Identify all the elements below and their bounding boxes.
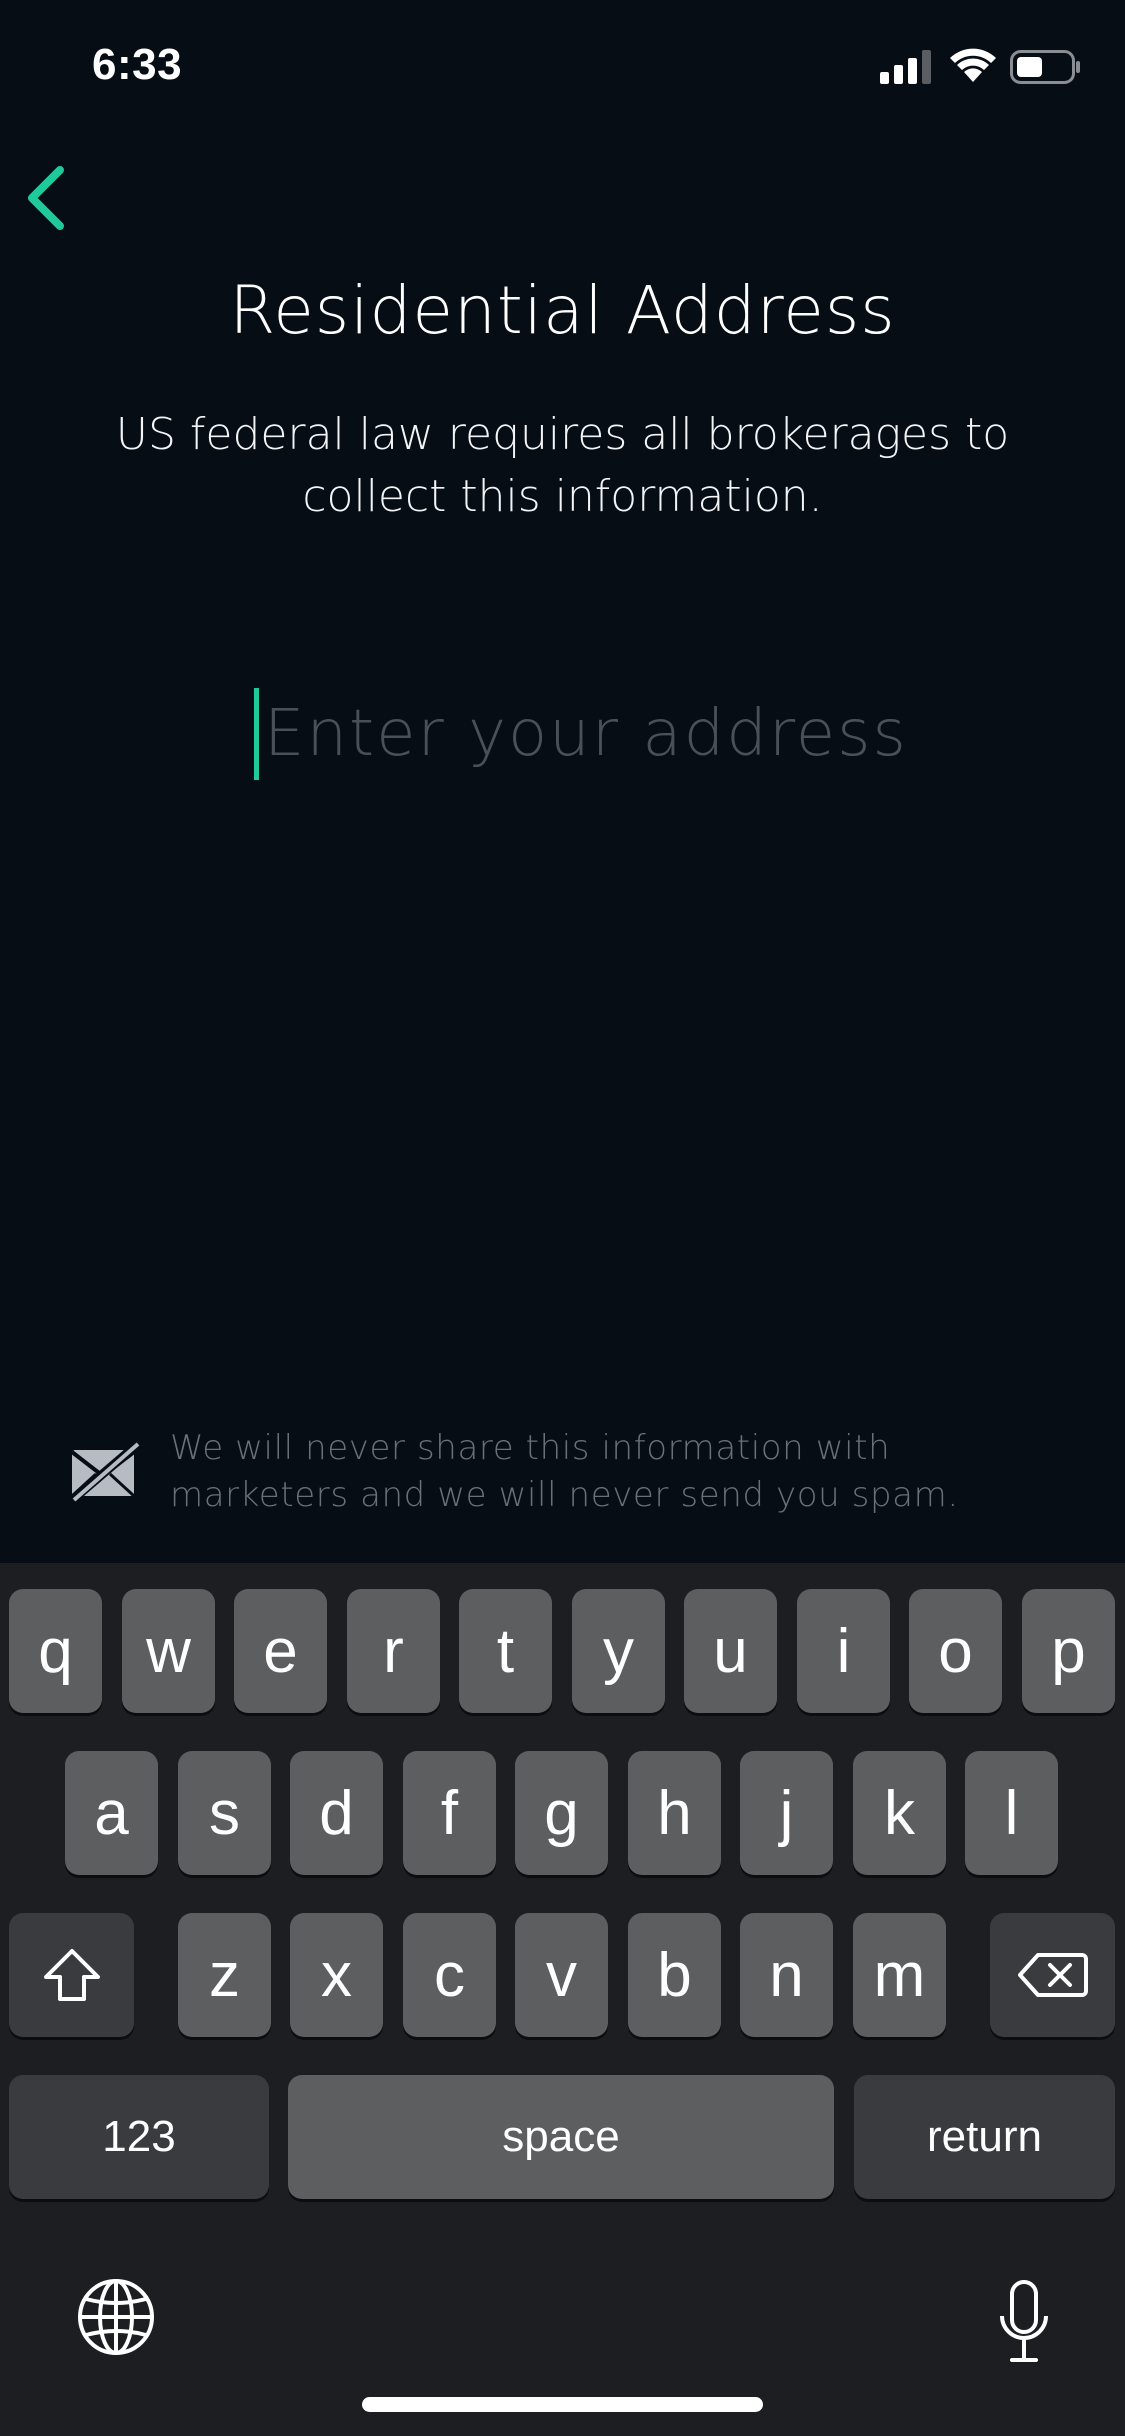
page-title: Residential Address	[229, 272, 896, 349]
privacy-note: We will never share this information wit…	[170, 1428, 959, 1515]
key-r[interactable]: r	[347, 1589, 440, 1713]
space-key[interactable]: space	[288, 2075, 834, 2199]
wifi-icon	[950, 48, 996, 82]
key-z[interactable]: z	[178, 1913, 271, 2037]
key-m[interactable]: m	[853, 1913, 946, 2037]
key-d[interactable]: d	[290, 1751, 383, 1875]
page-subtitle: US federal law requires all brokerages t…	[115, 409, 1010, 522]
delete-key[interactable]	[990, 1913, 1115, 2037]
shift-arrow-icon	[43, 1949, 100, 2001]
text-cursor	[254, 688, 259, 780]
key-i[interactable]: i	[797, 1589, 890, 1713]
address-screen: 6:33 Residential Address US federal law …	[0, 0, 1125, 2436]
key-e[interactable]: e	[234, 1589, 327, 1713]
battery-icon	[1010, 50, 1080, 84]
key-y[interactable]: y	[572, 1589, 665, 1713]
key-h[interactable]: h	[628, 1751, 721, 1875]
no-spam-mail-icon	[68, 1440, 142, 1504]
keyboard: q w e r t y u i o p a s d f g h j k l z …	[0, 1563, 1125, 2436]
key-x[interactable]: x	[290, 1913, 383, 2037]
back-chevron-icon[interactable]	[18, 160, 78, 236]
key-n[interactable]: n	[740, 1913, 833, 2037]
key-w[interactable]: w	[122, 1589, 215, 1713]
key-c[interactable]: c	[403, 1913, 496, 2037]
key-a[interactable]: a	[65, 1751, 158, 1875]
numbers-key[interactable]: 123	[9, 2075, 269, 2199]
home-indicator[interactable]	[362, 2397, 763, 2412]
backspace-icon	[1017, 1953, 1088, 1997]
key-q[interactable]: q	[9, 1589, 102, 1713]
key-p[interactable]: p	[1022, 1589, 1115, 1713]
return-key[interactable]: return	[854, 2075, 1115, 2199]
microphone-icon[interactable]	[996, 2280, 1052, 2364]
key-t[interactable]: t	[459, 1589, 552, 1713]
key-g[interactable]: g	[515, 1751, 608, 1875]
key-b[interactable]: b	[628, 1913, 721, 2037]
key-s[interactable]: s	[178, 1751, 271, 1875]
address-field[interactable]	[240, 684, 940, 784]
key-j[interactable]: j	[740, 1751, 833, 1875]
key-o[interactable]: o	[909, 1589, 1002, 1713]
key-f[interactable]: f	[403, 1751, 496, 1875]
globe-icon[interactable]	[76, 2277, 156, 2357]
signal-icon	[880, 50, 931, 84]
status-time: 6:33	[92, 40, 183, 89]
shift-key[interactable]	[9, 1913, 134, 2037]
key-l[interactable]: l	[965, 1751, 1058, 1875]
address-input[interactable]	[264, 684, 940, 784]
key-k[interactable]: k	[853, 1751, 946, 1875]
key-u[interactable]: u	[684, 1589, 777, 1713]
key-v[interactable]: v	[515, 1913, 608, 2037]
